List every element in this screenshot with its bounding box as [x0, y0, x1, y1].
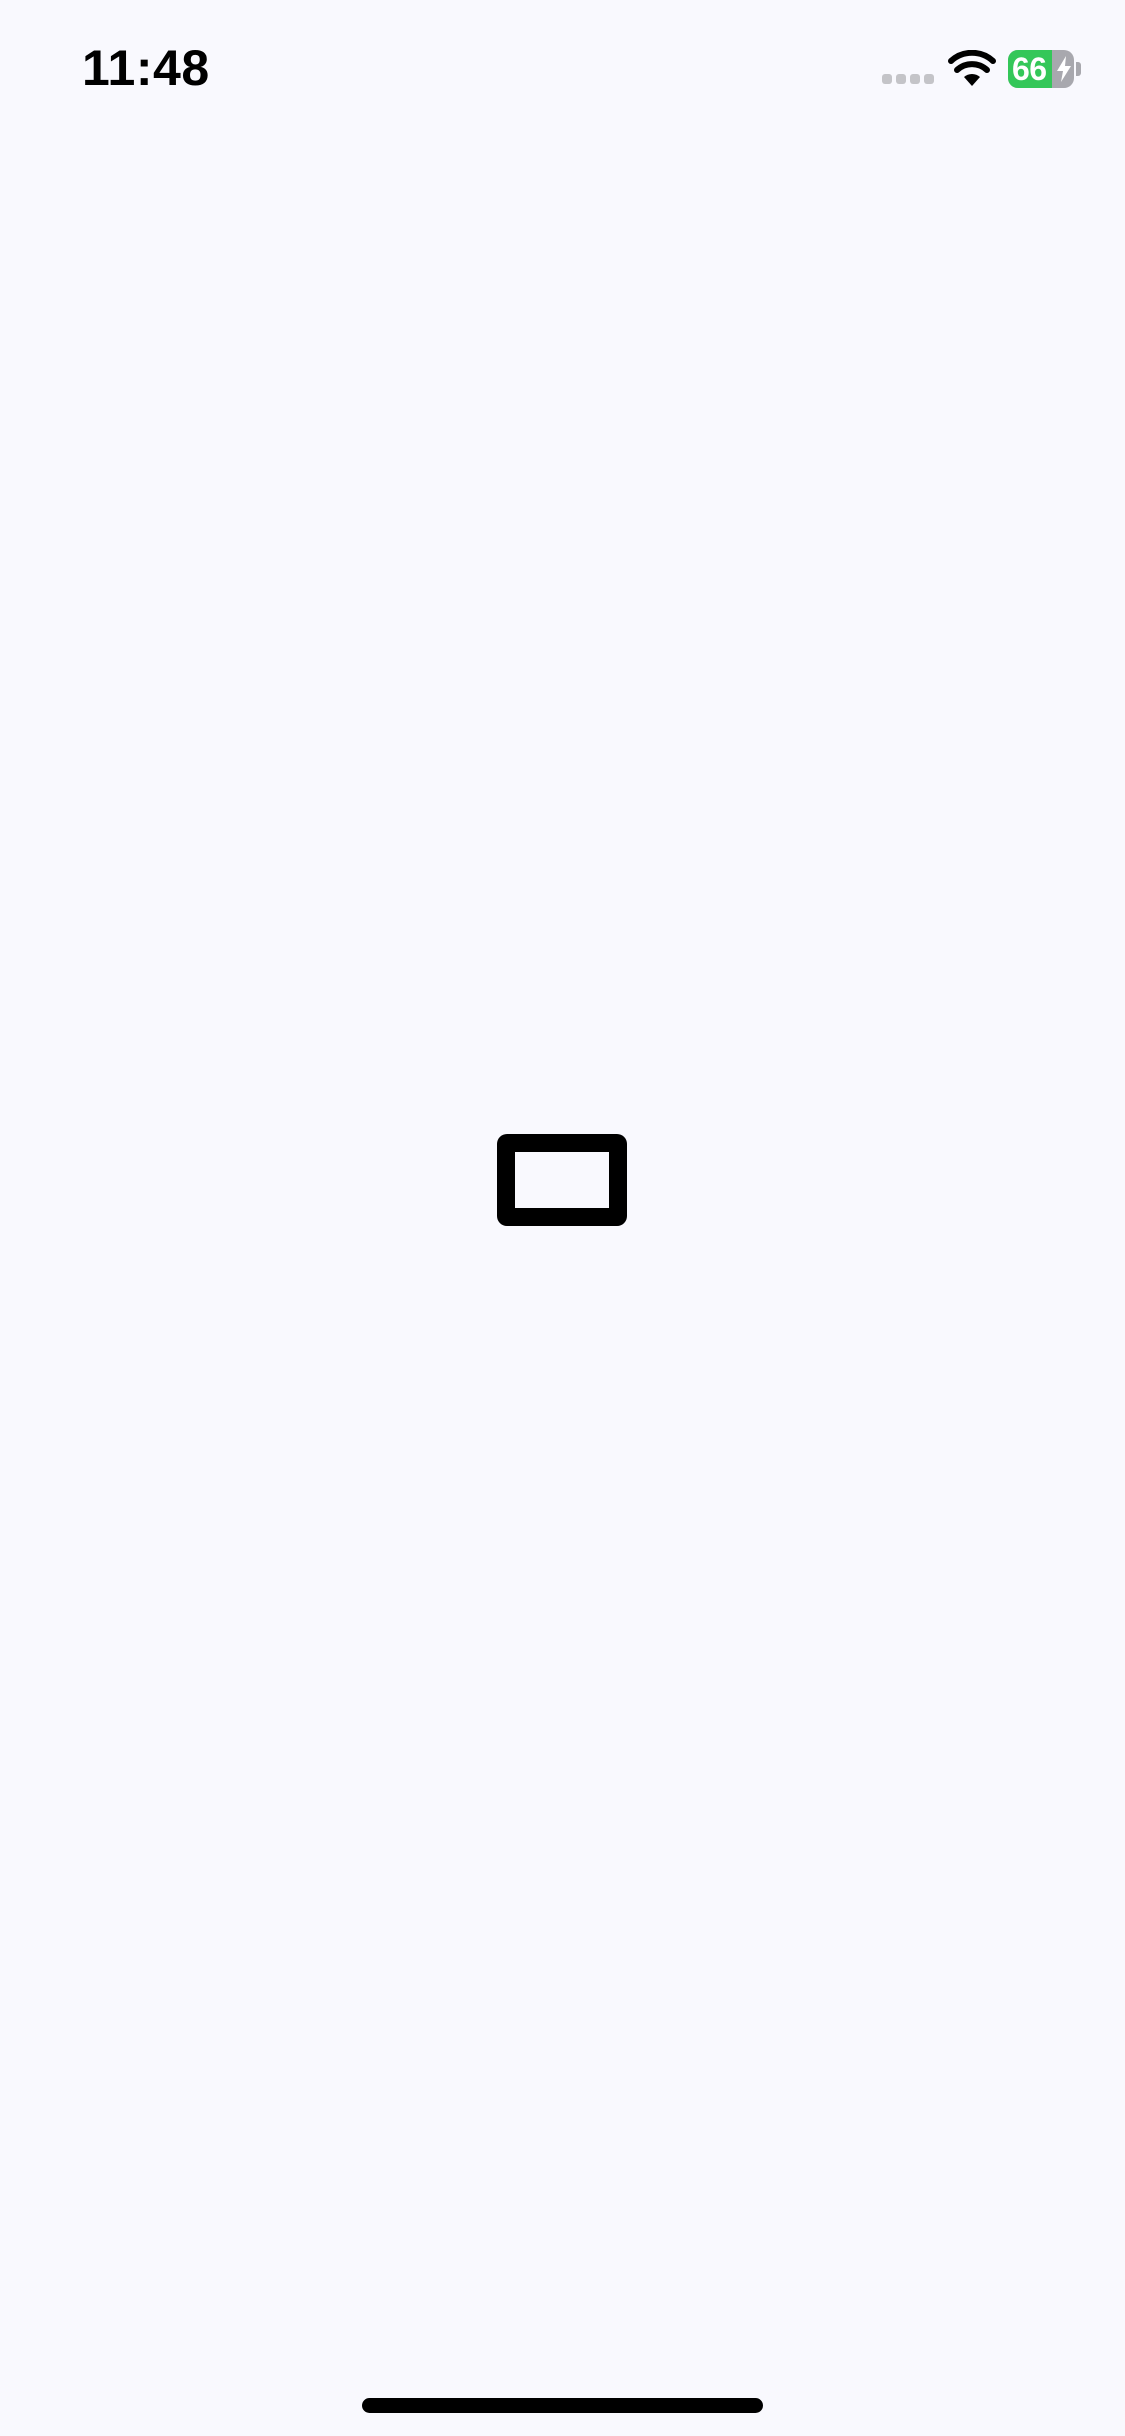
battery-icon: 66: [1008, 50, 1081, 88]
cellular-signal-icon: [882, 74, 936, 84]
battery-body: 66: [1008, 50, 1074, 88]
wifi-icon: [948, 50, 996, 86]
lightning-bolt-icon: [1057, 56, 1071, 82]
home-indicator[interactable]: [362, 2398, 763, 2413]
battery-percent: 66: [1012, 51, 1047, 87]
battery-tip: [1076, 62, 1081, 76]
status-bar: 11:48 66: [0, 0, 1125, 140]
rectangle-outline-icon: [497, 1134, 627, 1226]
status-time: 11:48: [82, 40, 210, 96]
